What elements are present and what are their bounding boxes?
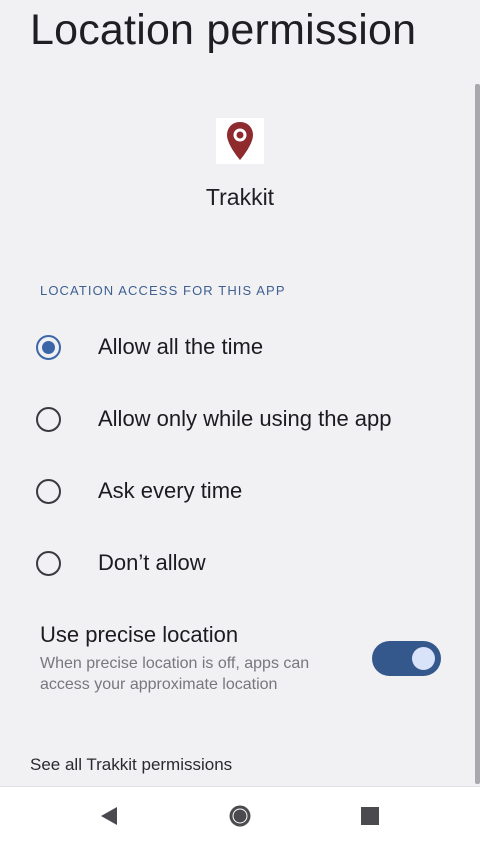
option-allow-while-using[interactable]: Allow only while using the app [0, 391, 470, 447]
precise-location-title: Use precise location [40, 622, 239, 647]
back-icon [101, 807, 117, 825]
system-nav-bar [0, 786, 480, 844]
option-label: Don’t allow [98, 550, 206, 575]
app-icon [216, 118, 264, 164]
radio-button-selected[interactable] [36, 334, 61, 360]
back-button[interactable] [69, 787, 149, 844]
radio-button[interactable] [36, 550, 61, 576]
toggle-knob [412, 647, 435, 670]
recents-icon [361, 807, 379, 825]
radio-button[interactable] [36, 406, 61, 432]
option-label: Allow only while using the app [98, 406, 392, 431]
recents-button[interactable] [330, 787, 410, 844]
option-label: Allow all the time [98, 334, 264, 359]
section-header: LOCATION ACCESS FOR THIS APP [40, 283, 286, 298]
app-name: Trakkit [205, 184, 275, 210]
precise-location-setting[interactable]: Use precise location When precise locati… [40, 620, 460, 700]
home-icon [229, 805, 251, 827]
option-ask-every-time[interactable]: Ask every time [0, 463, 470, 519]
radio-button[interactable] [36, 478, 61, 504]
option-dont-allow[interactable]: Don’t allow [0, 535, 470, 591]
precise-location-toggle[interactable] [372, 641, 441, 676]
option-allow-all-the-time[interactable]: Allow all the time [0, 319, 470, 375]
see-all-permissions-link[interactable]: See all Trakkit permissions [30, 755, 232, 775]
option-label: Ask every time [98, 478, 243, 503]
page-title: Location permission [30, 6, 417, 54]
precise-location-description: When precise location is off, apps can a… [40, 655, 310, 693]
map-pin-icon [227, 122, 253, 160]
home-button[interactable] [200, 787, 280, 844]
